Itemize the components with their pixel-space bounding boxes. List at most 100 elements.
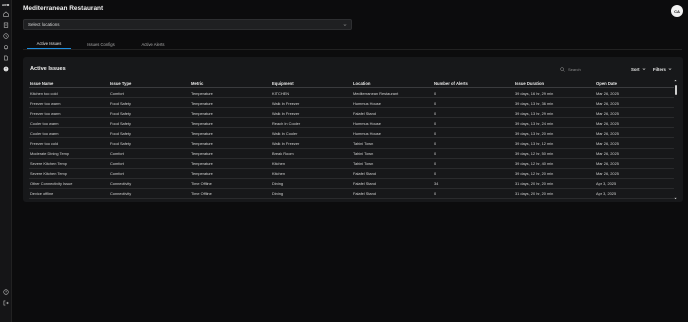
cell-equipment: Kitchen <box>272 161 285 167</box>
cell-open-date: Mar 26, 2025 <box>596 90 619 96</box>
search-input[interactable]: Search <box>560 65 581 73</box>
cell-issue-duration: 39 days, 13 hr, 24 min <box>515 120 554 126</box>
cell-equipment: Reach In Cooler <box>272 120 301 126</box>
cell-metric: Temperature <box>191 120 213 126</box>
cell-issue-duration: 39 days, 13 hr, 29 min <box>515 110 554 116</box>
cell-issue-name: Cooler too warm <box>30 120 59 126</box>
cell-issue-duration: 31 days, 20 hr, 20 min <box>515 191 554 197</box>
cell-location: Falafel Stand <box>353 181 376 187</box>
cell-location: Hummus House <box>353 100 381 106</box>
table-row[interactable]: Cooler too warm Food Safety Temperature Wal… <box>29 128 674 139</box>
app-logo: ARM <box>2 3 10 7</box>
filters-button[interactable]: Filters <box>653 65 672 73</box>
cell-issue-duration: 31 days, 20 hr, 20 min <box>515 181 554 187</box>
cell-issue-name: Moderate Dining Temp <box>30 151 70 157</box>
cell-issue-type: Connectivity <box>110 181 132 187</box>
cell-equipment: Walk In Cooler <box>272 130 298 136</box>
cell-issue-type: Comfort <box>110 171 124 177</box>
sort-button[interactable]: Sort <box>631 65 646 73</box>
cell-open-date: Mar 26, 2025 <box>596 151 619 157</box>
cell-equipment: KITCHEN <box>272 90 290 96</box>
table-header: Issue Name Issue Type Metric Equipment L… <box>29 80 674 88</box>
cell-metric: Temperature <box>191 171 213 177</box>
cell-location: Tahini Town <box>353 161 374 167</box>
table-row[interactable]: Freezer too cold Food Safety Temperature Wa… <box>29 138 674 149</box>
cell-equipment: Kitchen <box>272 171 285 177</box>
avatar[interactable]: CA <box>671 5 683 17</box>
filters-label: Filters <box>653 66 666 72</box>
cell-metric: Temperature <box>191 140 213 146</box>
scrollbar-thumb[interactable] <box>674 85 677 95</box>
cell-issue-name: Kitchen too cold <box>30 90 58 96</box>
clock-icon[interactable] <box>3 33 9 39</box>
cell-location: Falafel Stand <box>353 191 376 197</box>
cell-metric: Temperature <box>191 100 213 106</box>
tabs: Active Issues Issues Configs Active Aler… <box>27 39 175 49</box>
scroll-down-icon[interactable] <box>674 197 677 200</box>
cell-metric: Temperature <box>191 110 213 116</box>
location-select[interactable]: Select locations <box>23 19 352 30</box>
help-icon[interactable] <box>3 289 9 295</box>
cell-metric: Temperature <box>191 90 213 96</box>
cell-location: Mediterranean Restaurant <box>353 90 399 96</box>
cell-location: Tahini Town <box>353 151 374 157</box>
column-header-issue-duration[interactable]: Issue Duration <box>515 81 544 86</box>
cell-issue-type: Comfort <box>110 90 124 96</box>
table-row[interactable]: Kitchen too cold Comfort Temperature KITCHE… <box>29 88 674 99</box>
column-header-issue-name[interactable]: Issue Name <box>30 81 53 86</box>
building-icon[interactable] <box>3 22 9 28</box>
bell-icon[interactable] <box>3 44 9 50</box>
column-header-open-date[interactable]: Open Date <box>596 81 617 86</box>
column-header-location[interactable]: Location <box>353 81 370 86</box>
cell-number-of-alerts: 0 <box>434 120 437 126</box>
cell-metric: Time Offline <box>191 181 212 187</box>
column-header-equipment[interactable]: Equipment <box>272 81 294 86</box>
cell-equipment: Dining <box>272 181 284 187</box>
chevron-down-icon <box>668 68 672 70</box>
cell-issue-name: Freezer too warm <box>30 100 61 106</box>
cell-location: Hummus House <box>353 130 381 136</box>
table-row[interactable]: Cooler too warm Food Safety Temperature Rea… <box>29 118 674 129</box>
tab-active-alerts[interactable]: Active Alerts <box>131 39 175 49</box>
cell-issue-type: Food Safety <box>110 100 131 106</box>
cell-issue-duration: 39 days, 13 hr, 12 min <box>515 140 554 146</box>
cell-open-date: Mar 26, 2025 <box>596 110 619 116</box>
cell-metric: Temperature <box>191 161 213 167</box>
cell-number-of-alerts: 34 <box>434 181 439 187</box>
cell-issue-type: Food Safety <box>110 120 131 126</box>
cell-open-date: Mar 26, 2025 <box>596 120 619 126</box>
document-icon[interactable] <box>3 55 9 61</box>
scroll-up-icon[interactable] <box>674 79 677 82</box>
column-header-number-of-alerts[interactable]: Number of Alerts <box>434 81 468 86</box>
page-title: Mediterranean Restaurant <box>23 5 104 12</box>
table-row[interactable]: Freezer too warm Food Safety Temperature Wa… <box>29 98 674 109</box>
column-header-issue-type[interactable]: Issue Type <box>110 81 131 86</box>
tab-issues-configs[interactable]: Issues Configs <box>71 39 131 49</box>
table-row[interactable]: Other Connectivity Issue Connectivity Time… <box>29 179 674 189</box>
table-row[interactable]: Severe Kitchen Temp Comfort Temperature Kit… <box>29 169 674 179</box>
cell-issue-type: Comfort <box>110 151 124 157</box>
table-row[interactable]: Severe Kitchen Temp Comfort Temperature Kit… <box>29 159 674 169</box>
cell-location: Tahini Town <box>353 140 374 146</box>
active-issues-panel: Active Issues Search Sort Filters Issue … <box>23 57 683 202</box>
cell-issue-duration: 39 days, 12 hr, 40 min <box>515 161 554 167</box>
table-row[interactable]: Device offline Connectivity Time Offline Di… <box>29 189 674 200</box>
home-icon[interactable] <box>3 11 9 17</box>
cell-open-date: Apr 3, 2025 <box>596 181 617 187</box>
table-scrollbar[interactable] <box>674 79 677 200</box>
cell-number-of-alerts: 0 <box>434 140 437 146</box>
tab-active-issues[interactable]: Active Issues <box>27 39 71 49</box>
cell-location: Falafel Stand <box>353 110 376 116</box>
cell-issue-duration: 39 days, 12 hr, 20 min <box>515 171 554 177</box>
cell-location: Hummus House <box>353 120 381 126</box>
cell-issue-duration: 39 days, 13 hr, 20 min <box>515 130 554 136</box>
table-row[interactable]: Freezer too warm Food Safety Temperature Wa… <box>29 108 674 119</box>
issues-table-body: Kitchen too cold Comfort Temperature KITCHE… <box>29 88 674 200</box>
cell-metric: Time Offline <box>191 191 212 197</box>
logout-icon[interactable] <box>3 300 9 306</box>
alert-icon[interactable] <box>3 66 9 72</box>
cell-metric: Temperature <box>191 130 213 136</box>
column-header-metric[interactable]: Metric <box>191 81 203 86</box>
table-row[interactable]: Moderate Dining Temp Comfort Temperature Br… <box>29 149 674 159</box>
cell-open-date: Mar 26, 2025 <box>596 161 619 167</box>
